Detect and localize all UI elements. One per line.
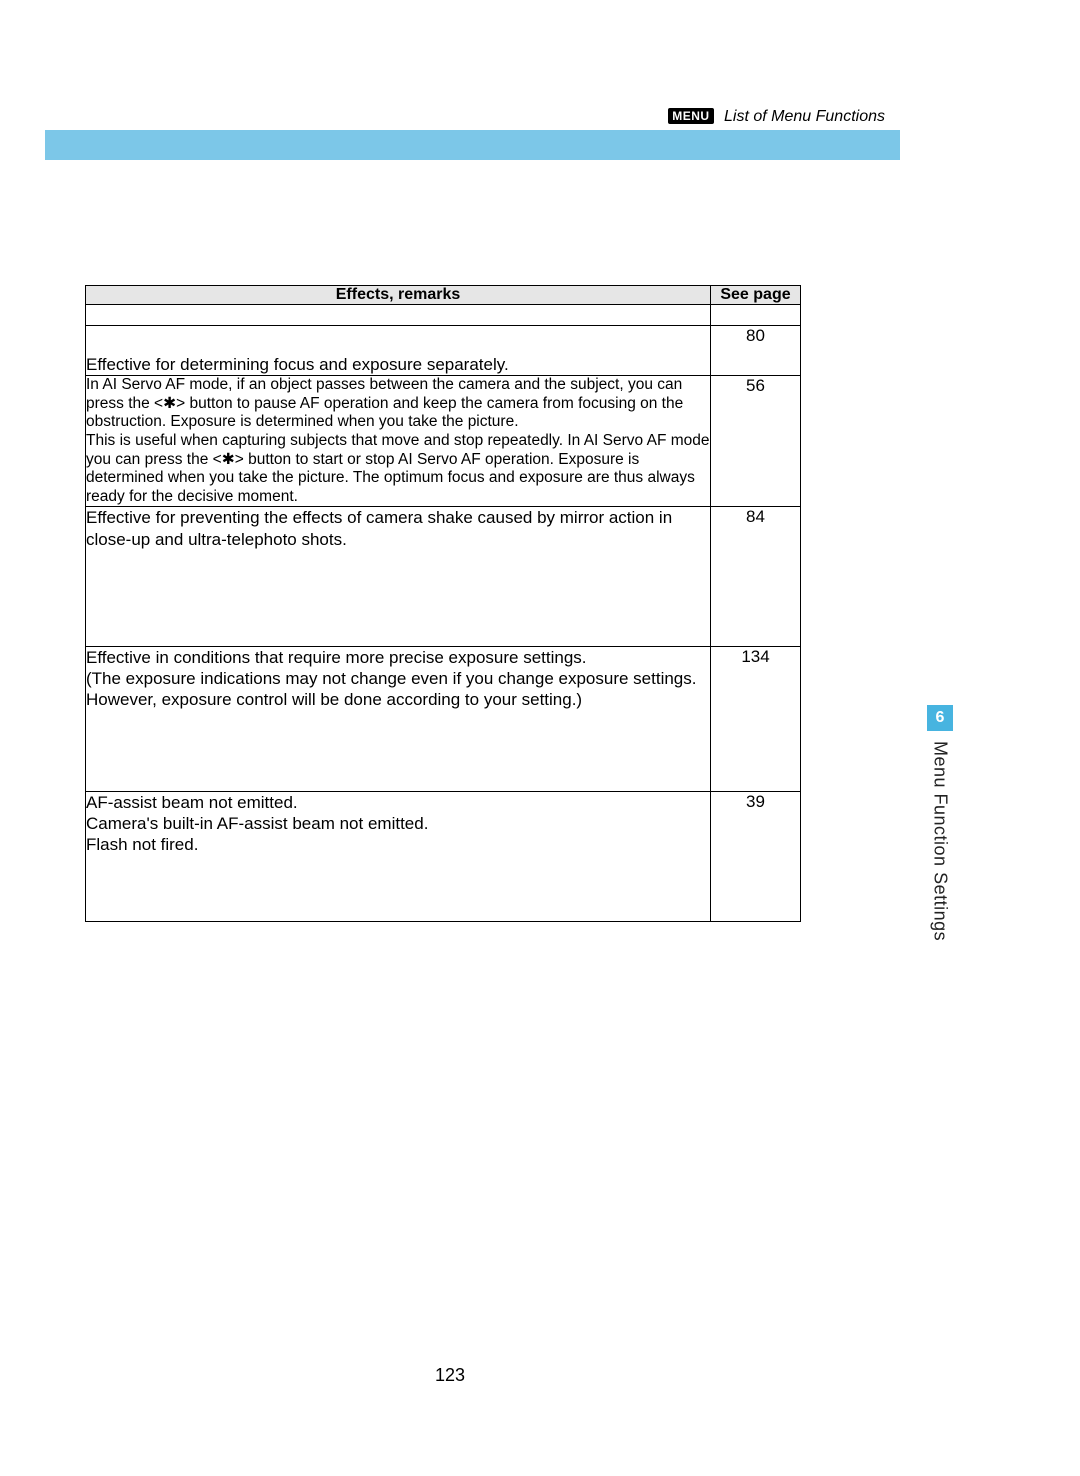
effects-cell: In AI Servo AF mode, if an object passes… <box>86 376 711 507</box>
effects-cell: AF-assist beam not emitted.Camera's buil… <box>86 791 711 922</box>
header-title-text: List of Menu Functions <box>724 108 885 125</box>
table-row: In AI Servo AF mode, if an object passes… <box>86 376 801 507</box>
effects-cell: Effective for determining focus and expo… <box>86 326 711 376</box>
see-page-cell: 56 <box>711 376 801 507</box>
menu-functions-table: Effects, remarks See page Effective for … <box>85 285 801 922</box>
header-band <box>45 130 900 160</box>
table-gap-row <box>86 305 801 326</box>
table-row: AF-assist beam not emitted.Camera's buil… <box>86 791 801 922</box>
col-header-seepage: See page <box>711 286 801 305</box>
table-header-row: Effects, remarks See page <box>86 286 801 305</box>
menu-badge: MENU <box>668 108 713 124</box>
see-page-cell: 134 <box>711 646 801 791</box>
table-row: Effective in conditions that require mor… <box>86 646 801 791</box>
see-page-cell: 39 <box>711 791 801 922</box>
page-number: 123 <box>0 1365 900 1386</box>
see-page-cell: 84 <box>711 507 801 647</box>
see-page-cell: 80 <box>711 326 801 376</box>
table-row: Effective for preventing the effects of … <box>86 507 801 647</box>
table-row: Effective for determining focus and expo… <box>86 326 801 376</box>
page-header: MENU List of Menu Functions <box>668 108 885 126</box>
col-header-effects: Effects, remarks <box>86 286 711 305</box>
ae-lock-star-icon: ✱ <box>163 395 176 412</box>
menu-functions-table-wrap: Effects, remarks See page Effective for … <box>85 285 800 922</box>
effects-cell: Effective for preventing the effects of … <box>86 507 711 647</box>
ae-lock-star-icon: ✱ <box>222 451 235 468</box>
chapter-label: Menu Function Settings <box>930 741 951 941</box>
effects-cell: Effective in conditions that require mor… <box>86 646 711 791</box>
chapter-number-badge: 6 <box>927 705 953 731</box>
side-tab: 6 Menu Function Settings <box>925 705 955 941</box>
